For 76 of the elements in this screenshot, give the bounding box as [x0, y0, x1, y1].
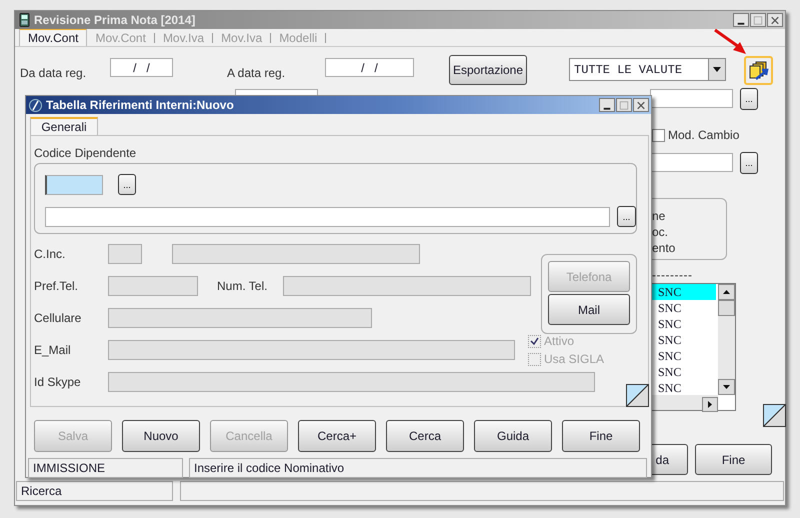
list-row[interactable]: SNC — [652, 284, 716, 300]
mail-button[interactable]: Mail — [548, 294, 630, 325]
close-icon — [771, 16, 779, 24]
field-label: Num. Tel. — [217, 278, 268, 295]
tab[interactable]: Mov.Cont — [19, 28, 88, 46]
minimize-button[interactable] — [733, 13, 749, 27]
scroll-down-icon[interactable] — [718, 379, 735, 395]
tab[interactable]: Generali — [30, 117, 98, 135]
code-field[interactable] — [45, 174, 103, 194]
field-label: Id Skype — [34, 374, 82, 391]
checkbox-label: Usa SIGLA — [544, 351, 604, 368]
group-label: Codice Dipendente — [34, 145, 138, 162]
export-button[interactable]: Esportazione — [449, 55, 527, 85]
window-title: Tabella Riferimenti Interni:Nuovo — [46, 97, 234, 114]
status-mode: IMMISSIONE — [28, 458, 183, 478]
scrollbar[interactable] — [718, 284, 735, 395]
action-button[interactable]: Fine — [562, 420, 640, 452]
text-field[interactable] — [650, 89, 733, 108]
minimize-button[interactable] — [599, 98, 615, 112]
browse-button[interactable]: ... — [118, 174, 136, 195]
browse-button[interactable]: ... — [740, 88, 758, 110]
field-label: E_Mail — [34, 342, 72, 359]
documents-icon — [748, 60, 770, 80]
field-label: C.Inc. — [34, 246, 66, 263]
window-title: Revisione Prima Nota [2014] — [34, 12, 196, 29]
action-button[interactable]: Nuovo — [122, 420, 200, 452]
app-icon — [19, 13, 30, 27]
field-label: Cellulare — [34, 310, 82, 327]
close-button[interactable] — [633, 98, 649, 112]
close-button[interactable] — [767, 13, 783, 27]
scroll-up-icon[interactable] — [718, 284, 735, 300]
maximize-icon — [754, 16, 762, 24]
status-message: Inserire il codice Nominativo — [189, 458, 647, 478]
list-row[interactable]: SNC — [652, 332, 716, 348]
field-label: A data reg. — [227, 65, 286, 82]
exit-button[interactable]: Fine — [695, 444, 772, 475]
minimize-icon — [738, 22, 744, 24]
option-label: ento — [652, 240, 676, 257]
separator-text: --------- — [652, 267, 692, 284]
checkbox-label: Attivo — [544, 333, 574, 350]
list-row[interactable]: SNC — [652, 380, 716, 396]
checkbox[interactable] — [652, 128, 665, 142]
scrollbar[interactable] — [652, 395, 718, 410]
browse-button[interactable]: ... — [740, 152, 758, 174]
scroll-right-icon[interactable] — [702, 397, 718, 412]
status-text: Ricerca — [16, 481, 173, 501]
checkbox-label: Mod. Cambio — [668, 127, 740, 144]
action-button[interactable]: Guida — [474, 420, 552, 452]
field-label: Pref.Tel. — [34, 278, 80, 295]
app-icon — [29, 98, 42, 112]
date-field[interactable]: / / — [325, 58, 414, 77]
option-label: ne — [652, 208, 666, 225]
name-field[interactable] — [45, 206, 610, 226]
field-label: Da data reg. — [20, 65, 86, 82]
scroll-thumb[interactable] — [718, 300, 735, 316]
maximize-icon — [620, 100, 628, 110]
resize-corner-icon[interactable] — [626, 384, 649, 407]
minimize-icon — [604, 107, 610, 110]
list-row[interactable]: SNC — [652, 364, 716, 380]
maximize-button[interactable] — [750, 13, 766, 27]
dropdown-icon — [713, 67, 721, 72]
currency-select[interactable]: TUTTE LE VALUTE — [569, 58, 726, 81]
browse-button[interactable]: ... — [617, 206, 636, 227]
pointer-arrow — [714, 28, 746, 54]
list-row[interactable]: SNC — [652, 348, 716, 364]
text-field[interactable] — [650, 153, 733, 172]
close-icon — [637, 101, 645, 109]
documents-button[interactable] — [744, 56, 773, 85]
option-label: oc. — [652, 224, 668, 241]
action-button[interactable]: Cerca+ — [298, 420, 376, 452]
resize-corner-icon[interactable] — [763, 404, 786, 427]
action-button[interactable]: Cerca — [386, 420, 464, 452]
maximize-button[interactable] — [616, 98, 632, 112]
list-row[interactable]: SNC — [652, 300, 716, 316]
date-field[interactable]: / / — [110, 58, 173, 77]
list-row[interactable]: SNC — [652, 316, 716, 332]
